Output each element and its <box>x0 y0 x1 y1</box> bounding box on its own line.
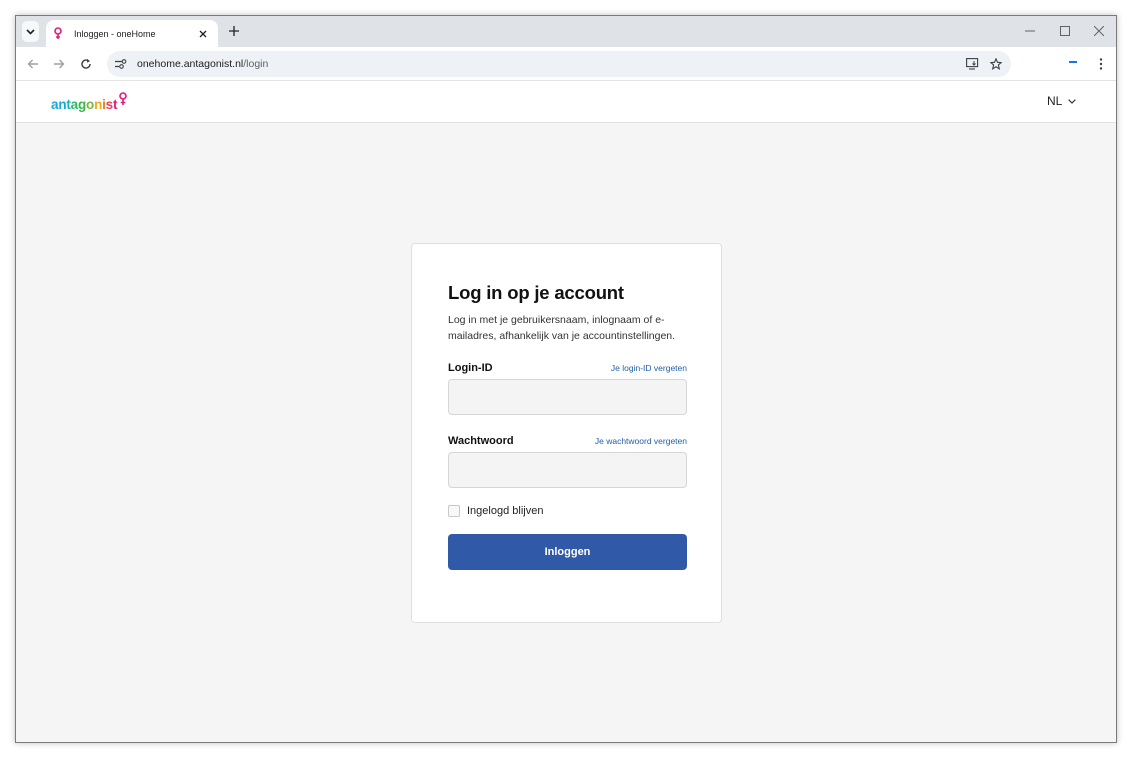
logo-letter: n <box>58 97 67 112</box>
login-id-label: Login-ID <box>448 362 493 374</box>
close-tab-icon[interactable] <box>196 27 210 41</box>
tab-title: Inloggen - oneHome <box>74 28 156 39</box>
tab-search-button[interactable] <box>22 21 39 42</box>
remember-me: Ingelogd blijven <box>448 505 687 517</box>
antagonist-favicon-icon <box>52 27 64 41</box>
url-host: onehome.antagonist.nl <box>137 58 244 70</box>
address-bar[interactable]: onehome.antagonist.nl/login <box>107 51 1011 77</box>
logo-letter: n <box>94 97 103 112</box>
close-window-icon[interactable] <box>1092 24 1106 38</box>
page-title: Log in op je account <box>448 282 624 303</box>
install-app-icon[interactable] <box>964 56 980 72</box>
logo-letter: g <box>77 97 87 112</box>
tab-strip: Inloggen - oneHome <box>16 16 1116 47</box>
site-info-icon[interactable] <box>114 57 128 71</box>
logo-letter: a <box>70 97 79 112</box>
maximize-icon[interactable] <box>1058 24 1072 38</box>
logo-wordmark: antagonist <box>51 97 117 112</box>
url-path: /login <box>243 58 269 70</box>
minimize-icon[interactable] <box>1023 24 1037 38</box>
language-label: NL <box>1047 94 1063 108</box>
login-id-row: Login-ID Je login-ID vergeten <box>448 362 687 374</box>
logo-letter: o <box>86 97 95 112</box>
login-card: Log in op je account Log in met je gebru… <box>411 243 722 623</box>
logo-letter: t <box>112 97 118 112</box>
login-id-input[interactable] <box>448 379 687 415</box>
forward-arrow-icon[interactable] <box>51 56 67 72</box>
back-arrow-icon[interactable] <box>25 56 41 72</box>
chevron-down-icon <box>26 28 35 35</box>
reload-icon[interactable] <box>78 56 94 72</box>
remember-me-checkbox[interactable] <box>448 505 460 517</box>
logo-letter: s <box>105 97 114 112</box>
login-description: Log in met je gebruikersnaam, inlognaam … <box>448 314 676 342</box>
extension-indicator[interactable] <box>1069 61 1077 63</box>
kebab-menu-icon[interactable] <box>1094 56 1108 72</box>
forgot-password-link[interactable]: Je wachtwoord vergeten <box>595 436 687 446</box>
remember-me-label: Ingelogd blijven <box>467 505 544 517</box>
bookmark-star-icon[interactable] <box>988 56 1004 72</box>
browser-toolbar: onehome.antagonist.nl/login <box>16 47 1116 81</box>
password-input[interactable] <box>448 452 687 488</box>
logo-symbol-icon <box>118 92 128 106</box>
password-label: Wachtwoord <box>448 435 514 447</box>
language-selector[interactable]: NL <box>1047 94 1077 108</box>
site-header: antagonist NL <box>16 81 1116 123</box>
password-row: Wachtwoord Je wachtwoord vergeten <box>448 435 687 447</box>
forgot-login-id-link[interactable]: Je login-ID vergeten <box>611 363 687 373</box>
browser-window: Inloggen - oneHome onehome.antagonist.nl… <box>15 15 1117 743</box>
antagonist-logo[interactable]: antagonist <box>51 90 128 112</box>
logo-letter: a <box>51 97 59 112</box>
chevron-down-icon <box>1068 98 1077 104</box>
login-button[interactable]: Inloggen <box>448 534 687 570</box>
tab-active[interactable]: Inloggen - oneHome <box>46 20 218 47</box>
new-tab-icon[interactable] <box>226 23 242 39</box>
